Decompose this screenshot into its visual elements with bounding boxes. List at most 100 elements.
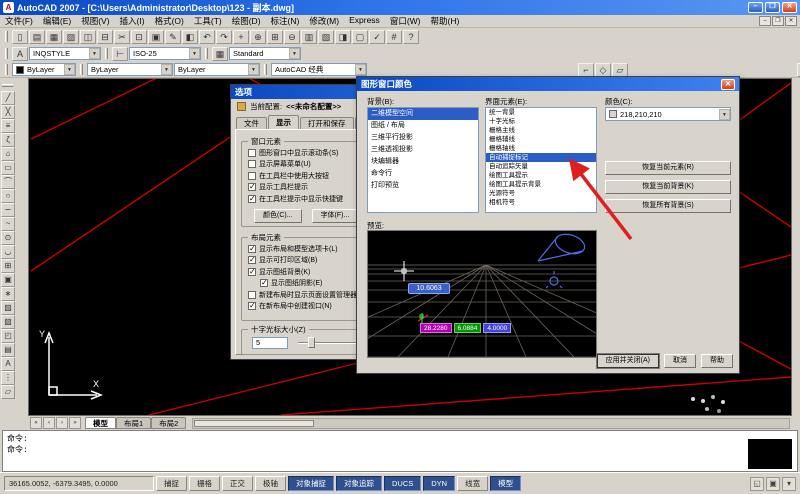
minimize-button[interactable]: – bbox=[748, 2, 763, 13]
open-icon[interactable]: ▤ bbox=[29, 29, 45, 44]
named-views-icon[interactable]: ▱ bbox=[612, 62, 628, 77]
status-menu-icon[interactable]: ▾ bbox=[782, 476, 796, 491]
tab-layout1[interactable]: 布局1 bbox=[116, 417, 152, 429]
menu-item[interactable]: 帮助(H) bbox=[426, 15, 465, 27]
divide-icon[interactable]: ⋮ bbox=[1, 371, 15, 385]
interface-element-item[interactable]: 统一背景 bbox=[486, 108, 596, 117]
copy-icon[interactable]: ⊡ bbox=[131, 29, 147, 44]
menu-item[interactable]: 格式(O) bbox=[150, 15, 189, 27]
markup-icon[interactable]: ✓ bbox=[369, 29, 385, 44]
menu-item[interactable]: 插入(I) bbox=[115, 15, 150, 27]
ellipse-icon[interactable]: ⊙ bbox=[1, 231, 15, 245]
polygon-icon[interactable]: ⌂ bbox=[1, 147, 15, 161]
spline-icon[interactable]: ~ bbox=[1, 217, 15, 231]
next-tab-button[interactable]: › bbox=[56, 417, 68, 429]
wipeout-icon[interactable]: ▱ bbox=[1, 385, 15, 399]
interface-element-item[interactable]: 自动捕捉标记 bbox=[486, 153, 596, 162]
dim-style-icon[interactable]: ⊢ bbox=[112, 46, 128, 61]
line-icon[interactable]: ╱ bbox=[1, 91, 15, 105]
toolbar-grip[interactable] bbox=[5, 64, 8, 75]
toolbar-grip[interactable] bbox=[2, 84, 13, 87]
crosshair-size-input[interactable]: 5 bbox=[252, 337, 288, 349]
rectangle-icon[interactable]: ▭ bbox=[1, 161, 15, 175]
undo-icon[interactable]: ↶ bbox=[199, 29, 215, 44]
toggle-otrack[interactable]: 对象追踪 bbox=[336, 476, 382, 491]
menu-item[interactable]: 工具(T) bbox=[189, 15, 227, 27]
interface-element-item[interactable]: 绘图工具提示背景 bbox=[486, 180, 596, 189]
scrollbar-thumb[interactable] bbox=[194, 419, 315, 427]
toolbar-grip[interactable] bbox=[105, 48, 108, 59]
ellipse-arc-icon[interactable]: ◡ bbox=[1, 245, 15, 259]
cut-icon[interactable]: ✂ bbox=[114, 29, 130, 44]
text-style-combo[interactable]: INQSTYLE ▼ bbox=[29, 47, 101, 60]
colors-button[interactable]: 颜色(C)... bbox=[254, 209, 302, 223]
save-icon[interactable]: ▦ bbox=[46, 29, 62, 44]
designcenter-icon[interactable]: ▧ bbox=[318, 29, 334, 44]
command-window[interactable]: 命令: 命令: bbox=[2, 430, 798, 472]
object-color-combo[interactable]: ByLayer ▼ bbox=[12, 63, 76, 76]
zoom-previous-icon[interactable]: ⊖ bbox=[284, 29, 300, 44]
gradient-icon[interactable]: ▧ bbox=[1, 315, 15, 329]
checkbox[interactable] bbox=[248, 171, 256, 180]
ucs-world-icon[interactable]: ◇ bbox=[595, 62, 611, 77]
menu-item[interactable]: 视图(V) bbox=[76, 15, 114, 27]
interface-element-item[interactable]: 十字光标 bbox=[486, 117, 596, 126]
chevron-down-icon[interactable]: ▼ bbox=[161, 64, 172, 75]
zoom-window-icon[interactable]: ⊞ bbox=[267, 29, 283, 44]
help-button[interactable]: 帮助 bbox=[701, 354, 733, 368]
toggle-snap[interactable]: 捕捉 bbox=[156, 476, 187, 491]
checkbox[interactable] bbox=[248, 301, 256, 311]
background-list-item[interactable]: 块编辑器 bbox=[368, 156, 478, 168]
doc-restore-button[interactable]: ❐ bbox=[772, 16, 784, 26]
checkbox[interactable] bbox=[248, 255, 256, 265]
publish-icon[interactable]: ⊟ bbox=[97, 29, 113, 44]
restore-button[interactable]: ❐ bbox=[765, 2, 780, 13]
toolbar-grip[interactable] bbox=[5, 48, 8, 59]
chevron-down-icon[interactable]: ▼ bbox=[248, 64, 259, 75]
menu-item[interactable]: 标注(N) bbox=[266, 15, 305, 27]
polyline-icon[interactable]: ζ bbox=[1, 133, 15, 147]
menu-item[interactable]: Express bbox=[344, 15, 385, 27]
apply-close-button[interactable]: 应用并关闭(A) bbox=[596, 354, 659, 368]
tool-palettes-icon[interactable]: ◨ bbox=[335, 29, 351, 44]
tab-layout2[interactable]: 布局2 bbox=[151, 417, 187, 429]
menu-item[interactable]: 绘图(D) bbox=[227, 15, 266, 27]
checkbox[interactable] bbox=[248, 290, 256, 299]
background-list-item[interactable]: 三维透视投影 bbox=[368, 144, 478, 156]
ucs-toolbar-icon[interactable]: ⌐ bbox=[578, 62, 594, 77]
multiline-icon[interactable]: ≡ bbox=[1, 119, 15, 133]
background-list-item[interactable]: 二维模型空间 bbox=[368, 108, 478, 120]
interface-element-item[interactable]: 栅格主线 bbox=[486, 126, 596, 135]
chevron-down-icon[interactable]: ▼ bbox=[89, 48, 100, 59]
interface-element-item[interactable]: 自动追踪矢量 bbox=[486, 162, 596, 171]
menu-item[interactable]: 修改(M) bbox=[304, 15, 344, 27]
options-tab[interactable]: 显示 bbox=[268, 115, 299, 129]
options-tab[interactable]: 打开和保存 bbox=[300, 117, 354, 129]
doc-minimize-button[interactable]: – bbox=[759, 16, 771, 26]
paste-icon[interactable]: ▣ bbox=[148, 29, 164, 44]
circle-icon[interactable]: ○ bbox=[1, 189, 15, 203]
zoom-realtime-icon[interactable]: ⊕ bbox=[250, 29, 266, 44]
tab-model[interactable]: 模型 bbox=[85, 417, 116, 429]
lineweight-combo[interactable]: ByLayer ▼ bbox=[174, 63, 260, 76]
close-icon[interactable]: ✕ bbox=[721, 78, 735, 90]
close-button[interactable]: ✕ bbox=[782, 2, 797, 13]
plot-preview-icon[interactable]: ◫ bbox=[80, 29, 96, 44]
toggle-ortho[interactable]: 正交 bbox=[222, 476, 253, 491]
match-properties-icon[interactable]: ✎ bbox=[165, 29, 181, 44]
arc-icon[interactable]: ⌒ bbox=[1, 175, 15, 189]
quickcalc-icon[interactable]: # bbox=[386, 29, 402, 44]
table-style-combo[interactable]: Standard ▼ bbox=[229, 47, 301, 60]
toolbar-grip[interactable] bbox=[205, 48, 208, 59]
point-icon[interactable]: ∗ bbox=[1, 287, 15, 301]
table-icon[interactable]: ▤ bbox=[1, 343, 15, 357]
first-tab-button[interactable]: « bbox=[30, 417, 42, 429]
restore-context-button[interactable]: 恢复当前背景(K) bbox=[605, 180, 731, 194]
construction-line-icon[interactable]: ╳ bbox=[1, 105, 15, 119]
color-combo[interactable]: 218,210,210 ▼ bbox=[605, 107, 731, 121]
checkbox[interactable] bbox=[248, 160, 256, 169]
options-tab[interactable]: 文件 bbox=[236, 117, 267, 129]
restore-element-button[interactable]: 恢复当前元素(R) bbox=[605, 161, 731, 175]
qnew-icon[interactable]: ▯ bbox=[12, 29, 28, 44]
prev-tab-button[interactable]: ‹ bbox=[43, 417, 55, 429]
